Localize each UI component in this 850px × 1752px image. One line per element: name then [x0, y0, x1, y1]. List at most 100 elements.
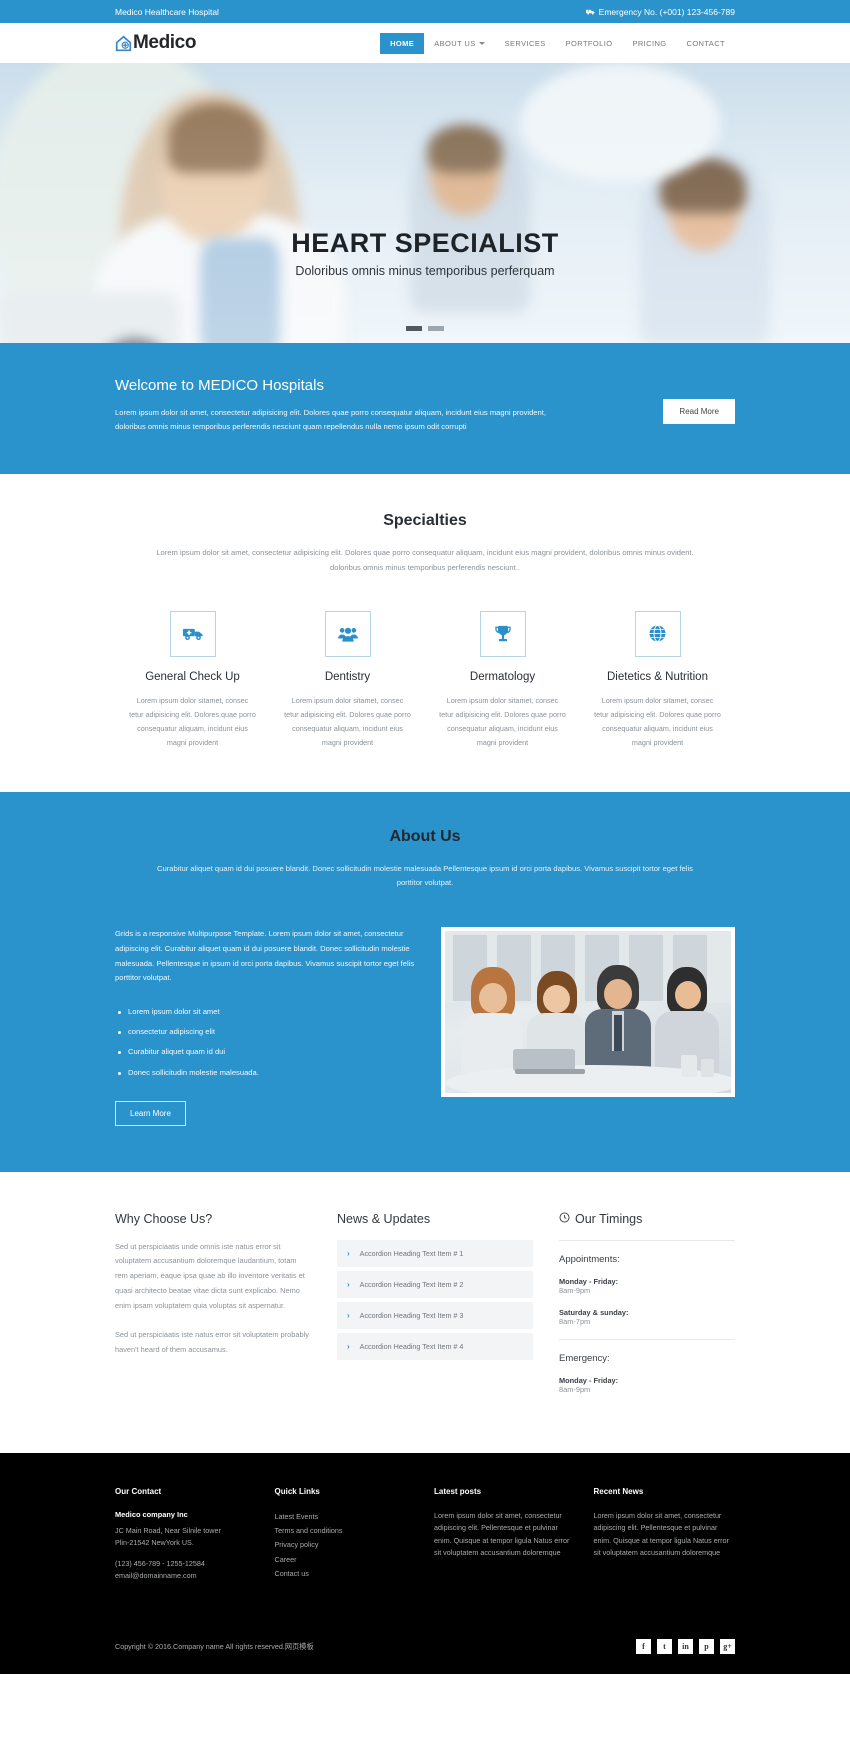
- footer-link-privacy[interactable]: Privacy policy: [275, 1538, 417, 1552]
- hero-subtitle: Doloribus omnis minus temporibus perferq…: [295, 264, 555, 278]
- accordion-item[interactable]: › Accordion Heading Text Item # 4: [337, 1332, 533, 1360]
- about-subtitle: Curabitur aliquet quam id dui posuere bl…: [157, 864, 693, 888]
- list-item: consectetur adipiscing elit: [115, 1022, 415, 1042]
- about-body-text: Grids is a responsive Multipurpose Templ…: [115, 928, 415, 983]
- clock-icon: [559, 1212, 570, 1226]
- nav-label: HOME: [390, 38, 415, 48]
- accordion-item[interactable]: › Accordion Heading Text Item # 3: [337, 1301, 533, 1329]
- nav-item-home[interactable]: HOME: [380, 32, 425, 54]
- about-section: About Us Curabitur aliquet quam id dui p…: [0, 792, 850, 1172]
- learn-more-button[interactable]: Learn More: [115, 1100, 186, 1126]
- specialties-section: Specialties Lorem ipsum dolor sit amet, …: [0, 474, 850, 793]
- footer-link-contact[interactable]: Contact us: [275, 1567, 417, 1581]
- specialty-title: Dermatology: [469, 670, 536, 683]
- footer-quicklinks-column: Quick Links Latest Events Terms and cond…: [275, 1487, 417, 1583]
- nav-item-contact[interactable]: CONTACT: [677, 33, 736, 54]
- specialty-text: Lorem ipsum dolor sitamet, consec tetur …: [129, 695, 256, 748]
- footer-column-title: Latest posts: [434, 1486, 482, 1496]
- divider: [559, 1239, 735, 1241]
- specialty-card[interactable]: Dermatology Lorem ipsum dolor sitamet, c…: [425, 610, 580, 750]
- accordion-label: Accordion Heading Text Item # 1: [359, 1248, 464, 1258]
- specialty-text: Lorem ipsum dolor sitamet, consec tetur …: [284, 695, 411, 748]
- chevron-right-icon: ›: [347, 1248, 350, 1258]
- timings-hours: 8am-9pm: [559, 1384, 591, 1394]
- specialty-icon-box: [479, 610, 526, 657]
- linkedin-icon[interactable]: in: [678, 1639, 693, 1655]
- hero-slider: HEART SPECIALIST Doloribus omnis minus t…: [0, 63, 850, 343]
- about-feature-list: Lorem ipsum dolor sit amet consectetur a…: [115, 1002, 415, 1083]
- timings-hours: 8am-9pm: [559, 1285, 591, 1295]
- specialties-grid: General Check Up Lorem ipsum dolor sitam…: [115, 610, 735, 750]
- nav-item-about-us[interactable]: ABOUT US: [424, 33, 494, 54]
- hero-dot-2[interactable]: [428, 326, 444, 331]
- footer-recentnews-column: Recent News Lorem ipsum dolor sit amet, …: [594, 1487, 736, 1583]
- nav-item-portfolio[interactable]: PORTFOLIO: [556, 33, 623, 54]
- specialty-text: Lorem ipsum dolor sitamet, consec tetur …: [439, 695, 566, 748]
- timings-day: Monday - Friday:: [559, 1375, 619, 1385]
- timings-day: Monday - Friday:: [559, 1276, 619, 1286]
- page-root: Medico Healthcare Hospital Emergency No.…: [0, 0, 850, 1675]
- specialty-card[interactable]: Dietetics & Nutrition Lorem ipsum dolor …: [580, 610, 735, 750]
- welcome-text: Lorem ipsum dolor sit amet, consectetur …: [115, 408, 546, 432]
- about-left-column: Grids is a responsive Multipurpose Templ…: [115, 927, 415, 1126]
- accordion-label: Accordion Heading Text Item # 3: [359, 1310, 464, 1320]
- about-image: [441, 926, 735, 1097]
- globe-icon: [648, 624, 667, 643]
- facebook-icon[interactable]: f: [636, 1639, 651, 1655]
- ambulance-icon: [585, 8, 595, 15]
- twitter-icon[interactable]: t: [657, 1639, 672, 1655]
- hero-pagination: [0, 326, 850, 331]
- footer-column-title: Our Contact: [115, 1486, 162, 1496]
- footer-link-career[interactable]: Career: [275, 1553, 417, 1567]
- home-medical-icon: [115, 35, 132, 52]
- top-bar: Medico Healthcare Hospital Emergency No.…: [0, 0, 850, 23]
- specialty-text: Lorem ipsum dolor sitamet, consec tetur …: [594, 695, 721, 748]
- social-links: f t in p g+: [636, 1639, 735, 1655]
- welcome-title: Welcome to MEDICO Hospitals: [115, 377, 324, 394]
- pinterest-icon[interactable]: p: [699, 1639, 714, 1655]
- accordion-label: Accordion Heading Text Item # 2: [359, 1279, 464, 1289]
- footer-link-latest-events[interactable]: Latest Events: [275, 1510, 417, 1524]
- hero-overlay: [0, 63, 850, 343]
- specialty-icon-box: [634, 610, 681, 657]
- timings-title: Our Timings: [559, 1212, 735, 1226]
- accordion-item[interactable]: › Accordion Heading Text Item # 2: [337, 1270, 533, 1298]
- footer-phone: (123) 456-789 - 1255-12584: [115, 1558, 205, 1568]
- specialty-title: Dentistry: [324, 670, 371, 683]
- footer-address-line: JC Main Road, Near Silnile tower: [115, 1525, 221, 1535]
- footer-email[interactable]: email@domainname.com: [115, 1570, 257, 1583]
- chevron-right-icon: ›: [347, 1341, 350, 1351]
- site-footer: Our Contact Medico company Inc JC Main R…: [0, 1452, 850, 1675]
- footer-news-text: Lorem ipsum dolor sit amet, consectetur …: [593, 1510, 729, 1558]
- specialty-icon-box: [169, 610, 216, 657]
- main-nav: HOME ABOUT US SERVICES PORTFOLIO PRICING…: [380, 32, 736, 54]
- why-choose-us-column: Why Choose Us? Sed ut perspiciaatis unde…: [115, 1212, 311, 1407]
- nav-item-services[interactable]: SERVICES: [495, 33, 556, 54]
- logo[interactable]: Medico: [115, 32, 196, 54]
- chevron-right-icon: ›: [347, 1310, 350, 1320]
- hero-dot-1[interactable]: [406, 326, 422, 331]
- hero-caption: HEART SPECIALIST Doloribus omnis minus t…: [0, 228, 850, 278]
- footer-bottom-bar: Copyright © 2016.Company name All rights…: [115, 1617, 735, 1674]
- timings-hours: 8am-7pm: [559, 1316, 591, 1326]
- timings-day: Saturday & sunday:: [559, 1307, 629, 1317]
- footer-link-terms[interactable]: Terms and conditions: [275, 1524, 417, 1538]
- googleplus-icon[interactable]: g+: [720, 1639, 735, 1655]
- specialties-subtitle: Lorem ipsum dolor sit amet, consectetur …: [156, 548, 694, 572]
- accordion-item[interactable]: › Accordion Heading Text Item # 1: [337, 1239, 533, 1267]
- nav-item-pricing[interactable]: PRICING: [622, 33, 676, 54]
- emergency-number: Emergency No. (+001) 123-456-789: [598, 6, 735, 17]
- read-more-button[interactable]: Read More: [663, 399, 735, 424]
- specialty-card[interactable]: Dentistry Lorem ipsum dolor sitamet, con…: [270, 610, 425, 750]
- footer-latestposts-column: Latest posts Lorem ipsum dolor sit amet,…: [434, 1487, 576, 1583]
- list-item: Lorem ipsum dolor sit amet: [115, 1002, 415, 1022]
- specialty-title: General Check Up: [145, 670, 240, 683]
- specialties-title: Specialties: [383, 512, 467, 530]
- timings-title-text: Our Timings: [575, 1211, 643, 1226]
- footer-contact-column: Our Contact Medico company Inc JC Main R…: [115, 1487, 257, 1583]
- specialty-card[interactable]: General Check Up Lorem ipsum dolor sitam…: [115, 610, 270, 750]
- site-header: Medico HOME ABOUT US SERVICES PORTFOLIO …: [0, 23, 850, 63]
- specialty-title: Dietetics & Nutrition: [607, 670, 708, 683]
- emergency-contact: Emergency No. (+001) 123-456-789: [585, 6, 735, 17]
- logo-text: Medico: [133, 32, 197, 53]
